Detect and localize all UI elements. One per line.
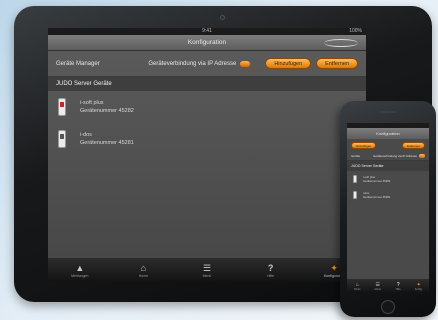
server-devices-section-title: JUDO Server Geräte bbox=[48, 77, 366, 91]
menu-icon: ☰ bbox=[202, 262, 212, 273]
tab-label: Menü bbox=[374, 287, 381, 291]
ip-connection-link[interactable]: Geräteverbindung via IP Adresse bbox=[148, 61, 236, 67]
tab-label: Home bbox=[138, 273, 149, 278]
device-list-item[interactable]: i-soft plus Gerätenummer 45282 bbox=[48, 91, 366, 123]
navigation-bar: Konfiguration bbox=[347, 128, 429, 139]
softener-device-icon bbox=[58, 98, 66, 116]
device-list-item[interactable]: i-dos Gerätenummer 45281 bbox=[48, 123, 366, 155]
tab-menu[interactable]: ☰ Menü bbox=[368, 279, 389, 293]
add-device-button[interactable]: Hinzufügen bbox=[351, 142, 377, 149]
button-row: Hinzufügen Entfernen bbox=[347, 139, 429, 152]
tab-menu[interactable]: ☰ Menü bbox=[175, 258, 239, 282]
tab-label: Home bbox=[353, 287, 361, 291]
tab-bar: ▲ Meldungen ⌂ Home ☰ Menü ? Hilfe ✦ Konf… bbox=[48, 258, 366, 282]
device-manager-row: Geräte Manager Geräteverbindung via IP A… bbox=[48, 51, 366, 77]
tab-home[interactable]: ⌂ Home bbox=[112, 258, 176, 282]
help-icon: ? bbox=[267, 262, 274, 273]
remove-device-button[interactable]: Entfernen bbox=[401, 142, 425, 149]
tab-help[interactable]: ? Hilfe bbox=[388, 279, 409, 293]
tab-configuration[interactable]: ✦ Konfig. bbox=[409, 279, 430, 293]
home-button[interactable] bbox=[381, 300, 395, 314]
server-devices-section-title: JUDO Server Geräte bbox=[347, 161, 429, 171]
ip-connection-toggle[interactable] bbox=[419, 154, 425, 158]
ipad-screen: 9:41 100% Konfiguration Geräte Manager G… bbox=[48, 28, 366, 282]
tab-meldungen[interactable]: ▲ Meldungen bbox=[48, 258, 112, 282]
device-serial: Gerätenummer 45282 bbox=[363, 179, 391, 183]
ip-connection-link[interactable]: Geräteverbindung via IP Adresse bbox=[373, 154, 417, 158]
tab-label: Meldungen bbox=[71, 273, 89, 278]
page-title: Konfiguration bbox=[376, 131, 400, 136]
main-content: Geräte Manager Geräteverbindung via IP A… bbox=[48, 51, 366, 258]
camera-icon bbox=[220, 15, 225, 20]
add-device-button[interactable]: Hinzufügen bbox=[265, 58, 312, 69]
warning-icon: ▲ bbox=[75, 262, 85, 273]
device-manager-label: Geräte Manager bbox=[56, 60, 100, 67]
brand-logo bbox=[324, 39, 358, 47]
tab-bar: ⌂ Home ☰ Menü ? Hilfe ✦ Konfig. bbox=[347, 279, 429, 293]
wrench-icon: ✦ bbox=[330, 262, 338, 273]
status-bar: 9:41 100% bbox=[48, 28, 366, 35]
device-serial: Gerätenummer 45282 bbox=[80, 108, 134, 114]
navigation-bar: Konfiguration bbox=[48, 35, 366, 51]
speaker-grille bbox=[380, 111, 396, 113]
home-icon: ⌂ bbox=[140, 262, 147, 273]
device-serial: Gerätenummer 45281 bbox=[80, 140, 134, 146]
device-list-item[interactable]: i-dos Gerätenummer 45281 bbox=[347, 187, 429, 203]
tab-label: Hilfe bbox=[267, 273, 275, 278]
iphone-device: Konfiguration Hinzufügen Entfernen Gerät… bbox=[340, 101, 436, 317]
device-serial: Gerätenummer 45281 bbox=[363, 195, 391, 199]
dosing-device-icon bbox=[58, 130, 66, 148]
tab-label: Konfig. bbox=[414, 287, 423, 291]
ip-connection-toggle[interactable] bbox=[240, 60, 251, 67]
iphone-screen: Konfiguration Hinzufügen Entfernen Gerät… bbox=[347, 123, 429, 293]
device-name: i-dos bbox=[80, 132, 92, 138]
tab-home[interactable]: ⌂ Home bbox=[347, 279, 368, 293]
device-list-item[interactable]: i-soft plus Gerätenummer 45282 bbox=[347, 171, 429, 187]
page-title: Konfiguration bbox=[187, 39, 227, 46]
status-time: 9:41 bbox=[202, 28, 212, 34]
remove-device-button[interactable]: Entfernen bbox=[316, 58, 358, 69]
device-manager-label: Geräte bbox=[351, 154, 361, 158]
device-name: i-soft plus bbox=[80, 100, 104, 106]
tab-label: Hilfe bbox=[395, 287, 401, 291]
tab-help[interactable]: ? Hilfe bbox=[239, 258, 303, 282]
device-manager-row: Geräte Geräteverbindung via IP Adresse bbox=[347, 152, 429, 161]
battery-status: 100% bbox=[349, 28, 362, 34]
tab-label: Menü bbox=[202, 273, 212, 278]
softener-device-icon bbox=[353, 175, 357, 183]
dosing-device-icon bbox=[353, 191, 357, 199]
